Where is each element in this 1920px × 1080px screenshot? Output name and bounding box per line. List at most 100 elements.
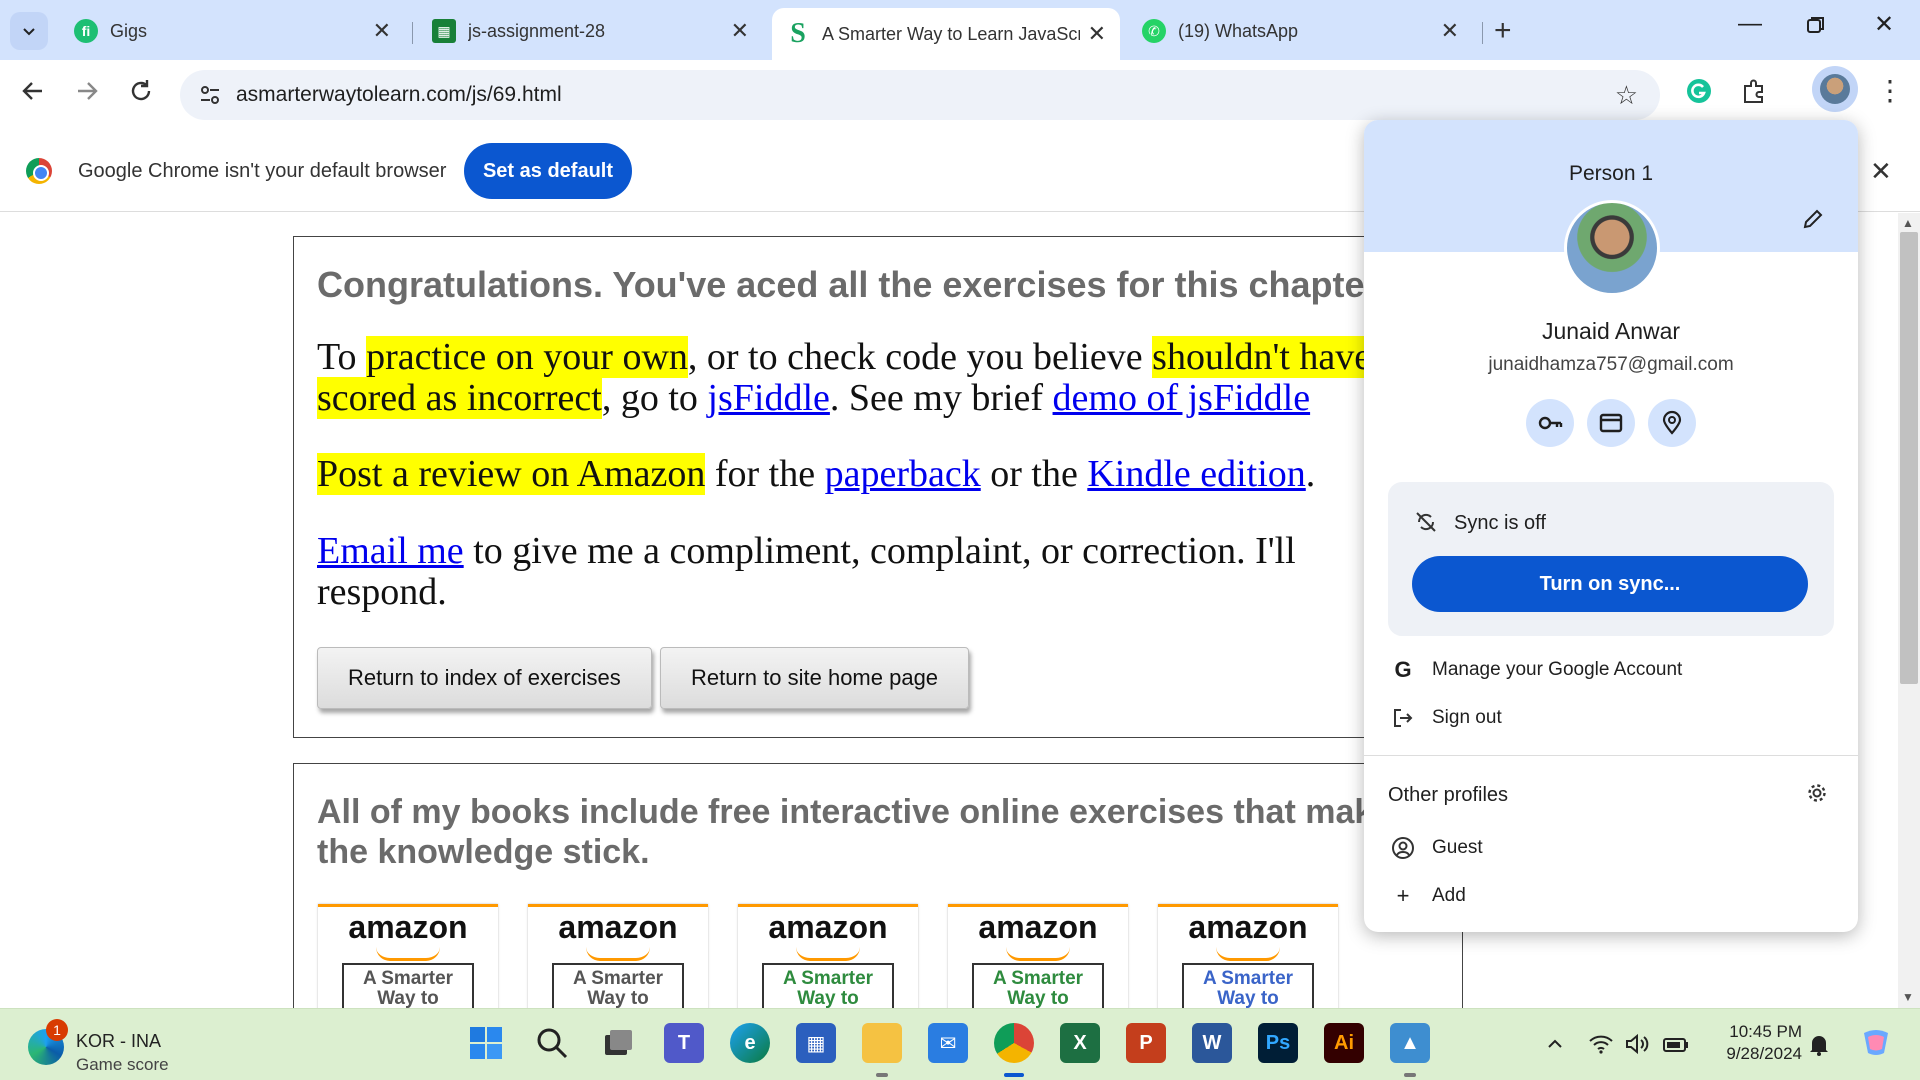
active-app-indicator bbox=[1004, 1073, 1024, 1077]
site-info-icon[interactable] bbox=[198, 83, 222, 107]
volume-icon[interactable] bbox=[1624, 1033, 1650, 1061]
jsfiddle-link[interactable]: jsFiddle bbox=[707, 377, 829, 419]
edit-profile-button[interactable] bbox=[1802, 208, 1824, 237]
congrats-heading: Congratulations. You've aced all the exe… bbox=[317, 264, 1387, 305]
book-card[interactable]: amazon A Smarter Way to bbox=[528, 904, 708, 1008]
kindle-edition-link[interactable]: Kindle edition bbox=[1087, 453, 1305, 495]
reload-button[interactable] bbox=[128, 78, 154, 111]
guest-profile-item[interactable]: Guest bbox=[1388, 826, 1834, 870]
paperback-link[interactable]: paperback bbox=[825, 453, 981, 495]
email-me-link[interactable]: Email me bbox=[317, 530, 464, 572]
amazon-logo: amazon bbox=[558, 909, 678, 945]
photoshop-app[interactable]: Ps bbox=[1258, 1023, 1298, 1063]
file-explorer-app[interactable] bbox=[862, 1023, 902, 1063]
battery-icon[interactable] bbox=[1662, 1033, 1690, 1061]
chrome-app[interactable] bbox=[994, 1023, 1034, 1063]
tab-search-button[interactable] bbox=[10, 12, 48, 50]
notification-badge: 1 bbox=[46, 1019, 68, 1041]
excel-app[interactable]: X bbox=[1060, 1023, 1100, 1063]
turn-on-sync-button[interactable]: Turn on sync... bbox=[1412, 556, 1808, 612]
profile-header-title: Person 1 bbox=[1568, 162, 1654, 185]
close-icon[interactable]: ✕ bbox=[1088, 21, 1106, 47]
close-icon[interactable]: ✕ bbox=[1441, 18, 1459, 44]
set-as-default-button[interactable]: Set as default bbox=[464, 143, 632, 199]
url-text[interactable]: asmarterwaytolearn.com/js/69.html bbox=[236, 83, 562, 107]
menu-item-label: Guest bbox=[1432, 837, 1483, 858]
tab-whatsapp[interactable]: ✆ (19) WhatsApp ✕ bbox=[1128, 10, 1473, 52]
start-button[interactable] bbox=[466, 1023, 506, 1063]
teams-app[interactable]: T bbox=[664, 1023, 704, 1063]
location-pin-icon bbox=[1662, 410, 1682, 435]
search-button[interactable] bbox=[532, 1023, 572, 1063]
text: , go to bbox=[601, 377, 708, 419]
photos-app[interactable]: ▲ bbox=[1390, 1023, 1430, 1063]
new-tab-button[interactable]: + bbox=[1494, 14, 1512, 48]
book-card[interactable]: amazon A Smarter Way to bbox=[318, 904, 498, 1008]
system-clock[interactable]: 10:45 PM 9/28/2024 bbox=[1692, 1021, 1802, 1065]
wifi-icon[interactable] bbox=[1588, 1033, 1614, 1061]
return-to-home-button[interactable]: Return to site home page bbox=[660, 647, 970, 709]
grammarly-icon bbox=[1687, 79, 1711, 103]
address-bar[interactable]: asmarterwaytolearn.com/js/69.html ☆ bbox=[180, 70, 1660, 120]
payment-methods-button[interactable] bbox=[1587, 399, 1635, 447]
task-view-button[interactable] bbox=[598, 1023, 638, 1063]
jsfiddle-demo-link[interactable]: demo of jsFiddle bbox=[1053, 377, 1311, 419]
powerpoint-app[interactable]: P bbox=[1126, 1023, 1166, 1063]
manage-profiles-button[interactable] bbox=[1806, 782, 1828, 809]
infobar-message: Google Chrome isn't your default browser bbox=[78, 160, 447, 182]
forward-button[interactable] bbox=[74, 78, 100, 111]
bookmark-star-icon[interactable]: ☆ bbox=[1615, 80, 1638, 111]
store-app[interactable]: ▦ bbox=[796, 1023, 836, 1063]
mail-app[interactable]: ✉ bbox=[928, 1023, 968, 1063]
illustrator-app[interactable]: Ai bbox=[1324, 1023, 1364, 1063]
minimize-button[interactable]: — bbox=[1738, 10, 1762, 38]
book-card[interactable]: amazon A Smarter Way to bbox=[1158, 904, 1338, 1008]
book-card[interactable]: amazon A Smarter Way to bbox=[948, 904, 1128, 1008]
passwords-button[interactable] bbox=[1526, 399, 1574, 447]
restore-button[interactable] bbox=[1806, 14, 1826, 42]
chrome-menu-button[interactable]: ⋮ bbox=[1876, 74, 1904, 107]
guest-profile-icon bbox=[1388, 836, 1418, 860]
show-hidden-icons-button[interactable] bbox=[1546, 1033, 1564, 1059]
restore-icon bbox=[1807, 17, 1824, 33]
reload-icon bbox=[131, 80, 151, 101]
widget-subtitle: Game score bbox=[76, 1055, 169, 1074]
notification-bell-icon[interactable] bbox=[1808, 1033, 1830, 1063]
edge-app[interactable]: e bbox=[730, 1023, 770, 1063]
tab-js-assignment[interactable]: ▦ js-assignment-28 ✕ bbox=[418, 10, 763, 52]
email-paragraph: Email me to give me a compliment, compla… bbox=[317, 531, 1357, 613]
sign-out-item[interactable]: Sign out bbox=[1388, 696, 1834, 740]
tab-title: A Smarter Way to Learn JavaScr bbox=[822, 23, 1080, 44]
practice-paragraph: To practice on your own, or to check cod… bbox=[317, 336, 1517, 419]
addresses-button[interactable] bbox=[1648, 399, 1696, 447]
manage-google-account-item[interactable]: G Manage your Google Account bbox=[1388, 648, 1834, 692]
copilot-icon[interactable] bbox=[1858, 1025, 1894, 1067]
windows-taskbar: 1 KOR - INA Game score T e ▦ ✉ X P W Ps … bbox=[0, 1008, 1920, 1080]
profile-name: Junaid Anwar bbox=[1541, 318, 1681, 344]
book-cover: A Smarter Way to bbox=[972, 963, 1104, 1008]
scrollbar-thumb[interactable] bbox=[1900, 232, 1918, 684]
close-icon[interactable]: ✕ bbox=[373, 18, 391, 44]
extensions-button[interactable] bbox=[1740, 78, 1768, 111]
word-app[interactable]: W bbox=[1192, 1023, 1232, 1063]
tab-gigs[interactable]: fi Gigs ✕ bbox=[60, 10, 405, 52]
amazon-logo: amazon bbox=[768, 909, 888, 945]
profile-avatar-button[interactable] bbox=[1812, 66, 1858, 112]
highlighted-text: Post a review on Amazon bbox=[317, 453, 706, 495]
return-to-index-button[interactable]: Return to index of exercises bbox=[317, 647, 652, 709]
profile-avatar bbox=[1564, 200, 1660, 296]
grammarly-extension-button[interactable] bbox=[1686, 78, 1712, 109]
search-icon bbox=[537, 1028, 568, 1059]
close-window-button[interactable]: ✕ bbox=[1874, 10, 1894, 39]
close-icon[interactable]: ✕ bbox=[731, 18, 749, 44]
text: to give me a compliment, complaint, or c… bbox=[317, 530, 1296, 613]
sync-off-icon bbox=[1416, 512, 1436, 532]
scroll-up-arrow-icon[interactable]: ▲ bbox=[1902, 216, 1914, 230]
book-card[interactable]: amazon A Smarter Way to bbox=[738, 904, 918, 1008]
scroll-down-arrow-icon[interactable]: ▼ bbox=[1902, 990, 1914, 1004]
add-profile-item[interactable]: + Add bbox=[1388, 874, 1834, 918]
book-cover: A Smarter Way to bbox=[762, 963, 894, 1008]
back-button[interactable] bbox=[20, 78, 46, 111]
tab-smarter-way[interactable]: S A Smarter Way to Learn JavaScr ✕ bbox=[772, 8, 1120, 60]
close-icon[interactable]: ✕ bbox=[1870, 156, 1892, 187]
